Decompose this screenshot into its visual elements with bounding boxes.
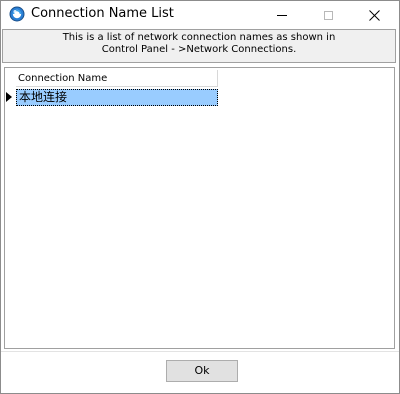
connection-grid[interactable]: Connection Name 本地连接 [4, 67, 395, 349]
current-row-indicator-icon [6, 92, 12, 102]
info-text-line-2: Control Panel - >Network Connections. [101, 44, 297, 55]
ok-button[interactable]: Ok [166, 360, 238, 382]
info-panel: This is a list of network connection nam… [2, 29, 396, 63]
column-header-connection-name[interactable]: Connection Name [16, 70, 218, 87]
maximize-button [305, 1, 351, 29]
minimize-button[interactable] [259, 1, 305, 29]
bottom-divider [1, 351, 399, 352]
info-text-line-1: This is a list of network connection nam… [62, 32, 336, 43]
table-row[interactable]: 本地连接 [16, 89, 218, 106]
title-bar[interactable]: Connection Name List [1, 1, 399, 29]
globe-app-icon [9, 6, 25, 22]
close-icon [368, 9, 380, 21]
minimize-icon [277, 14, 287, 16]
maximize-icon [323, 10, 333, 20]
window-title: Connection Name List [31, 6, 174, 21]
connection-name-list-window: Connection Name List This is a list of n… [0, 0, 400, 394]
grid-header-corner [5, 70, 16, 87]
close-button[interactable] [351, 1, 397, 29]
